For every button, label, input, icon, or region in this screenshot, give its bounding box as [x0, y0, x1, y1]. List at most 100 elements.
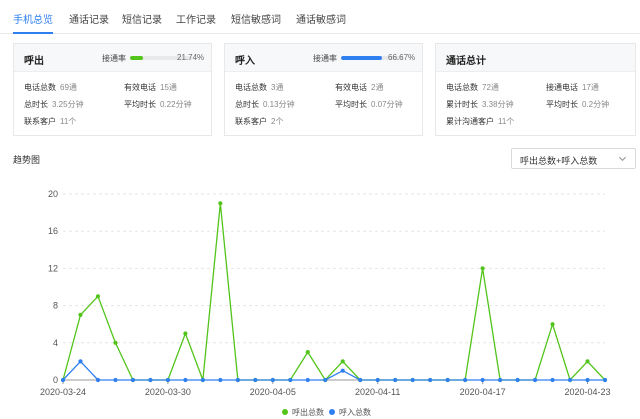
data-point-incoming [375, 377, 380, 383]
data-point-incoming [445, 377, 450, 383]
stat-connected-calls: 接通电话 17通 [546, 83, 599, 92]
stat-cumulative-customers: 累计沟通客户 11个 [446, 117, 515, 126]
data-point-outgoing [95, 294, 101, 299]
data-point-incoming [235, 377, 240, 383]
stat-total-calls: 电话总数 3通 [235, 83, 284, 92]
tab-call-sensitive-words[interactable]: 通话敏感词 [296, 11, 346, 26]
data-point-outgoing [305, 350, 310, 355]
data-point-incoming [218, 377, 223, 383]
y-tick-label: 8 [53, 301, 58, 311]
data-point-incoming [602, 377, 608, 383]
series-select[interactable]: 呼出总数+呼入总数 [511, 148, 636, 169]
series-select-value: 呼出总数+呼入总数 [520, 156, 598, 166]
y-tick-label: 20 [48, 189, 58, 199]
x-tick-label: 2020-04-11 [355, 387, 400, 397]
card-title: 通话总计 [446, 56, 486, 67]
card-title: 呼入 [235, 56, 255, 67]
connect-rate-label: 接通率 [102, 54, 126, 63]
tab-sms-records[interactable]: 短信记录 [122, 11, 162, 26]
stat-average-duration: 平均时长 0.2分钟 [546, 100, 610, 109]
x-tick-label: 2020-04-17 [460, 387, 506, 397]
stat-valid-calls: 有效电话 15通 [124, 83, 177, 92]
data-point-incoming [567, 377, 573, 383]
data-point-incoming [148, 377, 153, 383]
connect-rate-value: 66.67% [388, 53, 416, 62]
connect-rate-label: 接通率 [313, 54, 337, 63]
data-point-incoming [585, 377, 590, 383]
data-point-incoming [515, 377, 520, 383]
data-point-incoming [113, 377, 118, 383]
data-point-incoming [60, 377, 66, 383]
data-point-outgoing [218, 201, 223, 206]
x-tick-label: 2020-03-30 [145, 387, 191, 397]
stat-total-calls: 电话总数 69通 [24, 83, 77, 92]
card-header: 呼入 接通率 66.67% [225, 44, 422, 72]
data-point-incoming [305, 377, 310, 383]
y-tick-label: 16 [48, 226, 58, 236]
data-point-outgoing [340, 359, 345, 364]
stat-total-duration: 总时长 3.25分钟 [24, 100, 84, 109]
x-tick-label: 2020-03-24 [40, 387, 86, 397]
series-line-outgoing [62, 203, 606, 382]
stat-contacted-customers: 联系客户 11个 [24, 117, 77, 126]
legend-item-incoming[interactable]: 呼入总数 [329, 407, 371, 418]
stat-valid-calls: 有效电话 2通 [335, 83, 384, 92]
tab-call-records[interactable]: 通话记录 [69, 11, 109, 26]
tab-sms-sensitive-words[interactable]: 短信敏感词 [231, 11, 281, 26]
data-point-incoming [340, 368, 345, 373]
legend-dot [329, 408, 335, 415]
data-point-incoming [288, 377, 293, 383]
data-point-incoming [323, 377, 328, 383]
incoming-summary-card: 呼入 接通率 66.67% 电话总数 3通 有效电话 2通 总时长 0.13分钟 平均… [224, 43, 423, 136]
data-point-incoming [428, 377, 433, 383]
connect-rate-progress-fill [130, 56, 144, 60]
stat-cumulative-duration: 累计时长 3.38分钟 [446, 100, 514, 109]
data-point-outgoing [113, 340, 118, 345]
top-tab-bar: 手机总览 通话记录 短信记录 工作记录 短信敏感词 通话敏感词 [0, 0, 640, 34]
trend-chart-title: 趋势图 [13, 155, 41, 165]
x-tick-label: 2020-04-05 [250, 387, 296, 397]
y-tick-label: 4 [53, 338, 58, 348]
stat-total-calls: 电话总数 72通 [446, 83, 499, 92]
trend-line-chart: 0 4 8 12 16 20 2020-03-24 2020-03-30 2020-04-05 2… [40, 189, 611, 397]
tab-work-records[interactable]: 工作记录 [176, 11, 216, 26]
data-point-incoming [200, 377, 205, 383]
data-point-incoming [78, 359, 83, 364]
call-total-summary-card: 通话总计 电话总数 72通 接通电话 17通 累计时长 3.38分钟 平均时长 0.2分… [435, 43, 636, 136]
card-header: 通话总计 [436, 44, 635, 72]
stat-average-duration: 平均时长 0.07分钟 [335, 100, 403, 109]
connect-rate-value: 21.74% [177, 53, 205, 62]
data-point-incoming [480, 377, 485, 383]
chevron-down-icon [618, 156, 627, 162]
card-title: 呼出 [24, 56, 44, 67]
data-point-outgoing [480, 266, 485, 271]
legend-dot [282, 408, 288, 415]
stat-total-duration: 总时长 0.13分钟 [235, 100, 295, 109]
data-point-incoming [183, 377, 188, 383]
data-point-incoming [532, 377, 538, 383]
y-tick-label: 0 [53, 375, 58, 385]
data-point-outgoing [78, 312, 83, 317]
active-tab-indicator [13, 32, 53, 34]
data-point-incoming [410, 377, 415, 383]
y-tick-label: 12 [48, 263, 58, 273]
outgoing-summary-card: 呼出 接通率 21.74% 电话总数 69通 有效电话 15通 总时长 3.25分钟 … [13, 43, 212, 136]
data-point-incoming [253, 377, 258, 383]
tab-phone-overview[interactable]: 手机总览 [13, 11, 53, 26]
card-header: 呼出 接通率 21.74% [14, 44, 211, 72]
data-point-outgoing [183, 331, 188, 336]
data-point-incoming [270, 377, 275, 383]
data-point-outgoing [585, 359, 590, 364]
legend-item-outgoing[interactable]: 呼出总数 [282, 407, 324, 418]
stat-average-duration: 平均时长 0.22分钟 [124, 100, 192, 109]
data-point-incoming [463, 377, 468, 383]
data-point-incoming [95, 377, 101, 383]
data-point-outgoing [550, 322, 555, 327]
data-point-incoming [165, 377, 171, 383]
data-point-incoming [550, 377, 555, 383]
data-point-incoming [130, 377, 136, 383]
connect-rate-progress-fill [341, 56, 383, 60]
data-point-incoming [497, 377, 503, 383]
x-tick-label: 2020-04-23 [564, 387, 610, 397]
data-point-incoming [358, 377, 363, 383]
